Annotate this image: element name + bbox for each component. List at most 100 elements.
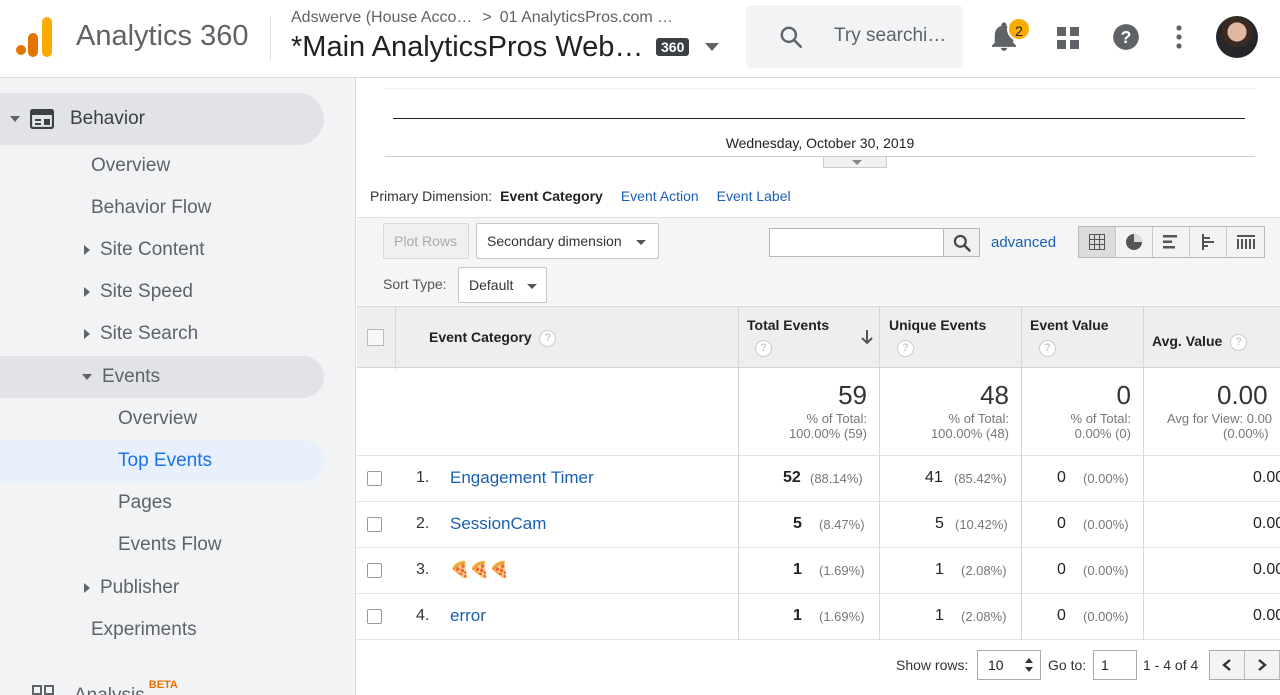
column-divider <box>1021 456 1022 502</box>
help-icon[interactable]: ? <box>1112 23 1140 51</box>
chart-gridline <box>385 88 1255 89</box>
avg-value-total: 0.00 <box>1217 380 1268 410</box>
unique-events-sum: 48 <box>980 380 1009 410</box>
beta-badge: BETA <box>148 679 178 691</box>
column-divider <box>738 307 739 369</box>
sidebar-item-label: Site Content <box>100 239 205 260</box>
header-total-events[interactable]: Total Events <box>747 317 829 333</box>
header-label: Total Events <box>747 317 830 333</box>
user-avatar[interactable] <box>1216 16 1258 58</box>
plot-rows-button[interactable]: Plot Rows <box>383 223 469 259</box>
sidebar-item-events-overview[interactable]: Overview <box>118 398 197 440</box>
next-page-button[interactable] <box>1245 651 1280 679</box>
sidebar-item-behavior-flow[interactable]: Behavior Flow <box>91 187 211 229</box>
sidebar-item-experiments[interactable]: Experiments <box>91 609 197 651</box>
table-filter-search-button[interactable] <box>943 228 980 257</box>
sort-type-dropdown[interactable]: Default <box>458 267 547 303</box>
column-divider <box>879 307 880 369</box>
chart-collapse-handle[interactable] <box>823 157 887 168</box>
help-circle-icon[interactable]: ? <box>1230 333 1248 351</box>
comparison-view-button[interactable] <box>1190 227 1227 257</box>
row-checkbox[interactable] <box>367 471 382 486</box>
event-value-pct: (0.00%) <box>1083 517 1129 532</box>
total-events-value: 5 <box>793 515 802 532</box>
row-checkbox[interactable] <box>367 609 382 624</box>
sidebar-item-events-flow[interactable]: Events Flow <box>118 524 221 566</box>
pie-view-button[interactable] <box>1116 227 1153 257</box>
chart-series-line[interactable] <box>393 118 1245 119</box>
unique-events-value: 41 <box>925 469 943 486</box>
performance-view-button[interactable] <box>1153 227 1190 257</box>
property-selector[interactable]: *Main AnalyticsPros Web… <box>291 31 643 64</box>
apps-grid-icon[interactable] <box>1056 26 1080 50</box>
show-rows-select[interactable]: 10 <box>977 650 1041 680</box>
show-rows-label: Show rows: <box>896 657 969 673</box>
search-box[interactable] <box>746 5 963 68</box>
header-event-category[interactable]: Event Category ? <box>429 329 557 347</box>
sort-descending-arrow-icon[interactable] <box>860 329 874 345</box>
select-all-checkbox[interactable] <box>367 329 384 346</box>
account-breadcrumb[interactable]: Adswerve (House Acco… >01 AnalyticsPros.c… <box>291 9 673 27</box>
collapse-arrow-icon <box>10 115 20 122</box>
sidebar-section-label: Behavior <box>70 108 145 129</box>
chevron-right-icon <box>1258 659 1267 671</box>
more-options-icon[interactable] <box>1170 24 1188 50</box>
previous-page-button[interactable] <box>1210 651 1245 679</box>
sidebar-item-site-search[interactable]: Site Search <box>84 313 198 355</box>
pivot-view-button[interactable] <box>1227 227 1264 257</box>
total-events-value: 1 <box>793 561 802 578</box>
avg-value-value: 0.00 <box>1253 515 1280 532</box>
help-circle-icon[interactable]: ? <box>897 340 914 357</box>
goto-page-input[interactable]: 1 <box>1093 650 1137 680</box>
app-title[interactable]: Analytics 360 <box>76 20 249 53</box>
event-value-pct: 0.00% (0) <box>1074 426 1131 441</box>
event-category-link[interactable]: error <box>450 606 486 626</box>
sidebar-item-overview[interactable]: Overview <box>91 145 170 187</box>
expand-arrow-icon <box>84 328 90 339</box>
column-divider <box>879 548 880 594</box>
event-category-link[interactable]: 🍕🍕🍕 <box>450 560 510 580</box>
sidebar-item-analysis[interactable]: AnalysisBETA <box>32 675 178 695</box>
table-view-button[interactable] <box>1079 227 1116 257</box>
row-checkbox[interactable] <box>367 563 382 578</box>
column-divider <box>879 594 880 640</box>
row-number: 4. <box>416 607 430 624</box>
unique-events-pct: (10.42%) <box>955 517 1008 532</box>
sidebar-item-publisher[interactable]: Publisher <box>84 567 179 609</box>
help-circle-icon[interactable]: ? <box>755 340 772 357</box>
breadcrumb-separator: > <box>482 9 492 26</box>
search-input[interactable] <box>834 23 954 49</box>
sidebar-item-site-speed[interactable]: Site Speed <box>84 271 193 313</box>
sidebar-section-behavior[interactable]: Behavior <box>0 93 324 145</box>
event-category-link[interactable]: Engagement Timer <box>450 468 594 488</box>
advanced-filter-link[interactable]: advanced <box>991 234 1056 251</box>
sidebar-item-label: Site Search <box>100 323 199 344</box>
help-circle-icon[interactable]: ? <box>539 329 557 347</box>
dimension-event-label[interactable]: Event Label <box>717 188 791 204</box>
help-circle-icon[interactable]: ? <box>1039 340 1056 357</box>
show-rows-value: 10 <box>988 657 1004 673</box>
pie-chart-icon <box>1126 234 1142 250</box>
goto-label: Go to: <box>1048 657 1087 673</box>
sidebar-item-events[interactable]: Events <box>0 356 324 398</box>
sidebar-item-top-events[interactable]: Top Events <box>0 440 324 482</box>
row-checkbox[interactable] <box>367 517 382 532</box>
header-unique-events[interactable]: Unique Events <box>889 317 986 333</box>
analytics-logo-icon[interactable] <box>16 17 52 57</box>
secondary-dimension-dropdown[interactable]: Secondary dimension <box>476 223 659 259</box>
dimension-event-action[interactable]: Event Action <box>621 188 699 204</box>
event-category-link[interactable]: SessionCam <box>450 514 546 534</box>
table-filter-input[interactable] <box>769 228 944 257</box>
column-divider <box>1021 307 1022 369</box>
timeline-chart: Wednesday, October 30, 2019 <box>385 88 1255 168</box>
sidebar-item-site-content[interactable]: Site Content <box>84 229 205 271</box>
property-dropdown-caret-icon[interactable] <box>705 43 719 51</box>
page-range: 1 - 4 of 4 <box>1143 657 1199 673</box>
sidebar-item-label: Site Speed <box>100 281 193 302</box>
unique-events-pct-label: % of Total: <box>948 411 1009 426</box>
pivot-table-icon <box>1236 235 1255 249</box>
sidebar-item-pages[interactable]: Pages <box>118 482 172 524</box>
header-avg-value[interactable]: Avg. Value ? <box>1152 333 1248 351</box>
sidebar-item-label: Events <box>102 366 161 387</box>
header-event-value[interactable]: Event Value <box>1030 317 1109 333</box>
